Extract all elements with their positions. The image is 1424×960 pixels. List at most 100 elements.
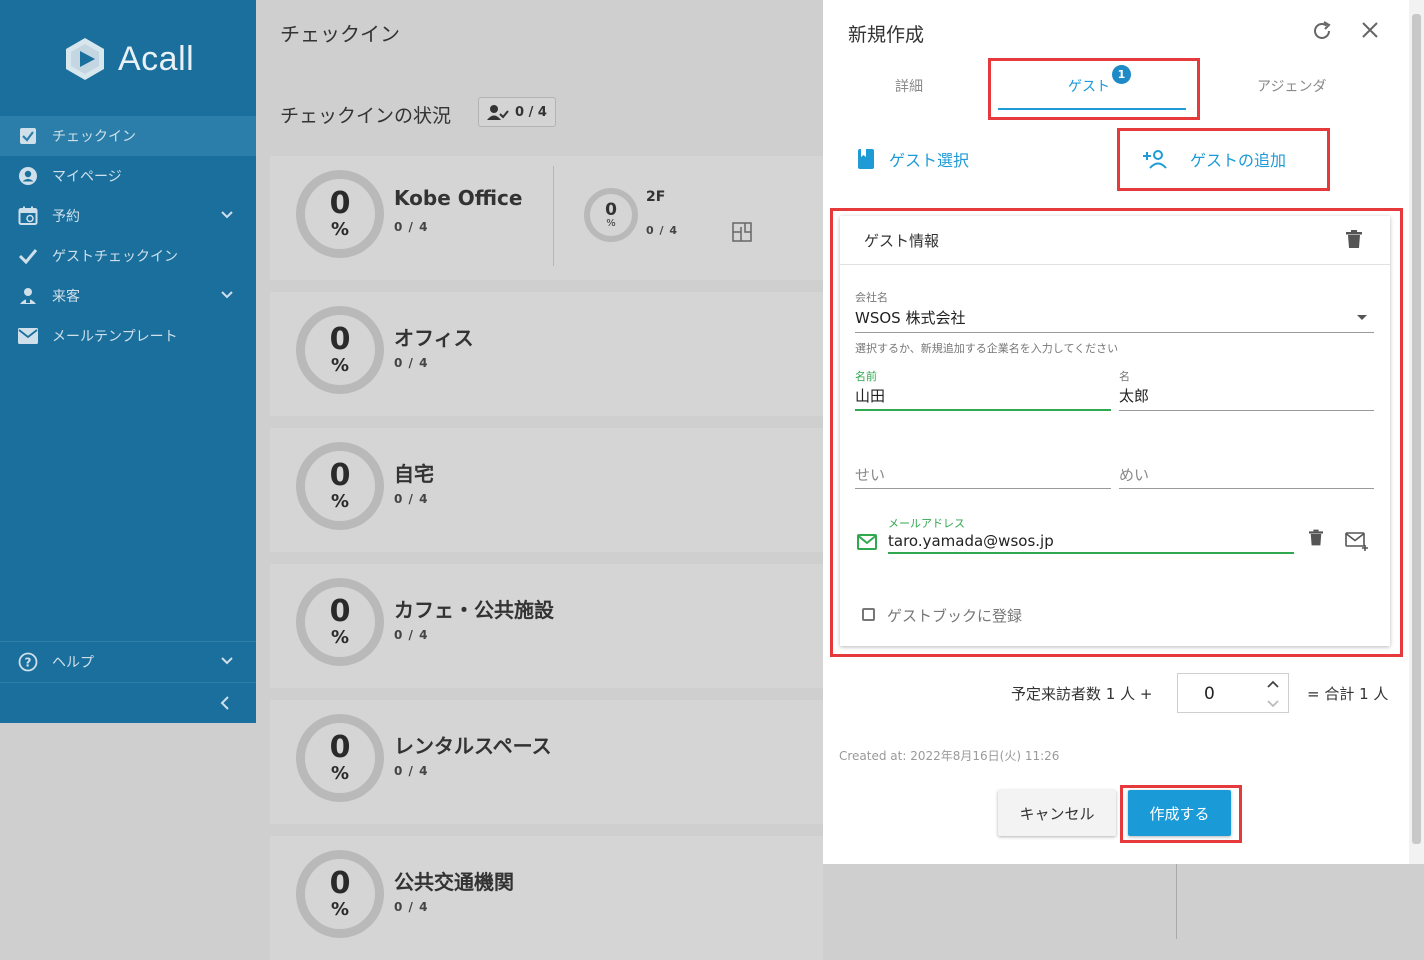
sidebar-item-label: マイページ	[52, 169, 122, 185]
location-name: カフェ・公共施設	[394, 598, 554, 622]
new-reservation-dialog: 新規作成 詳細 ゲスト 1 アジェンダ ゲスト選択 ゲストの追加 ゲスト情報 会…	[823, 0, 1409, 864]
location-card[interactable]: 0 % レンタルスペース 0 / 4	[270, 700, 823, 824]
location-count: 0 / 4	[394, 764, 429, 778]
sidebar-item-label: ヘルプ	[52, 655, 94, 671]
location-name: Kobe Office	[394, 186, 523, 210]
sidebar-item-label: 予約	[52, 209, 80, 225]
location-count: 0 / 4	[394, 628, 429, 642]
sidebar-item-label: 来客	[52, 289, 80, 305]
location-name: レンタルスペース	[394, 734, 552, 758]
increment-button[interactable]	[1258, 674, 1288, 693]
location-name: 公共交通機関	[394, 870, 514, 894]
sidebar-item-mail-template[interactable]: メールテンプレート	[0, 316, 256, 356]
chevron-up-icon	[1267, 680, 1279, 688]
visitors-value: 0	[1204, 684, 1215, 704]
refresh-icon	[1314, 21, 1331, 39]
check-icon	[18, 246, 38, 266]
percent-value: 0	[329, 458, 351, 493]
status-badge-count: 0 / 4	[515, 104, 547, 120]
highlight-box	[830, 208, 1403, 657]
progress-ring: 0 %	[296, 578, 384, 666]
percent-sign: %	[330, 899, 350, 920]
svg-text:?: ?	[25, 656, 32, 670]
percent-value: 0	[329, 186, 351, 221]
scrollbar-thumb[interactable]	[1412, 14, 1421, 844]
location-card[interactable]: 0 % Kobe Office 0 / 4	[270, 156, 823, 280]
help-icon: ?	[18, 652, 38, 672]
location-card[interactable]: 0 % カフェ・公共施設 0 / 4	[270, 564, 823, 688]
percent-value: 0	[605, 199, 617, 220]
location-name: オフィス	[394, 326, 474, 350]
progress-ring: 0 %	[296, 850, 384, 938]
book-icon	[858, 149, 874, 169]
highlight-box	[988, 58, 1200, 120]
progress-ring: 0 %	[296, 170, 384, 258]
chevron-down-icon	[1267, 699, 1279, 707]
location-card[interactable]: 0 % オフィス 0 / 4	[270, 292, 823, 416]
location-count: 0 / 4	[394, 220, 429, 234]
chevron-left-icon	[220, 696, 229, 710]
floor-count: 0 / 4	[646, 224, 678, 237]
sidebar-item-reservation[interactable]: 予約	[0, 196, 256, 236]
logo-text: Acall	[118, 39, 195, 78]
tab-details[interactable]: 詳細	[895, 76, 923, 96]
chevron-down-icon	[221, 211, 233, 219]
decrement-button[interactable]	[1258, 694, 1288, 713]
account-icon	[18, 166, 38, 186]
dialog-scrollbar[interactable]	[1409, 0, 1424, 864]
sidebar-item-label: メールテンプレート	[52, 329, 178, 345]
progress-ring: 0 %	[296, 306, 384, 394]
sidebar-item-help[interactable]: ? ヘルプ	[0, 642, 256, 682]
percent-value: 0	[329, 866, 351, 901]
checkin-status-label: チェックインの状況	[280, 105, 452, 127]
calendar-icon	[18, 206, 38, 226]
floor-map-icon[interactable]	[732, 222, 752, 246]
location-count: 0 / 4	[394, 492, 429, 506]
sidebar-item-mypage[interactable]: マイページ	[0, 156, 256, 196]
percent-sign: %	[330, 763, 350, 784]
floor-label: 2F	[646, 189, 666, 205]
checkin-status-badge[interactable]: 0 / 4	[478, 97, 556, 127]
guest-select-button[interactable]: ゲスト選択	[857, 147, 969, 171]
visitors-total: = 合計 1 人	[1307, 685, 1389, 703]
location-name: 自宅	[394, 462, 434, 486]
sidebar-item-checkin[interactable]: チェックイン	[0, 116, 256, 156]
cancel-button[interactable]: キャンセル	[998, 790, 1116, 836]
card-divider	[553, 166, 554, 266]
location-count: 0 / 4	[394, 356, 429, 370]
created-at: Created at: 2022年8月16日(火) 11:26	[839, 749, 1060, 763]
highlight-box	[1120, 785, 1242, 843]
percent-sign: %	[330, 355, 350, 376]
location-card[interactable]: 0 % 自宅 0 / 4	[270, 428, 823, 552]
percent-sign: %	[606, 217, 616, 229]
percent-sign: %	[330, 491, 350, 512]
sidebar: Acall チェックイン マイページ 予約 ゲストチェックイン 来客 メールテン…	[0, 0, 256, 723]
additional-visitors-stepper[interactable]: 0	[1177, 673, 1289, 713]
guest-select-label: ゲスト選択	[889, 151, 970, 170]
progress-ring: 0 %	[296, 442, 384, 530]
percent-sign: %	[330, 627, 350, 648]
percent-value: 0	[329, 594, 351, 629]
chevron-down-icon	[221, 291, 233, 299]
visitor-icon	[18, 286, 38, 306]
mail-icon	[18, 326, 38, 346]
sidebar-item-visitor[interactable]: 来客	[0, 276, 256, 316]
sidebar-item-label: チェックイン	[52, 129, 136, 145]
location-card[interactable]: 0 % 公共交通機関 0 / 4	[270, 836, 823, 960]
close-button[interactable]	[1360, 20, 1380, 44]
person-check-icon	[487, 105, 509, 120]
collapse-sidebar-button[interactable]	[218, 695, 232, 715]
checkbox-icon	[18, 126, 38, 146]
sidebar-divider	[0, 682, 256, 683]
tab-agenda[interactable]: アジェンダ	[1257, 76, 1326, 96]
refresh-button[interactable]	[1311, 20, 1333, 46]
chevron-down-icon	[221, 657, 233, 665]
background-divider	[1176, 864, 1177, 939]
sidebar-item-guest-checkin[interactable]: ゲストチェックイン	[0, 236, 256, 276]
page-title: チェックイン	[280, 22, 400, 46]
percent-sign: %	[330, 219, 350, 240]
sidebar-item-label: ゲストチェックイン	[52, 249, 178, 265]
close-icon	[1362, 22, 1378, 38]
percent-value: 0	[329, 730, 351, 765]
logo[interactable]: Acall	[62, 36, 194, 82]
